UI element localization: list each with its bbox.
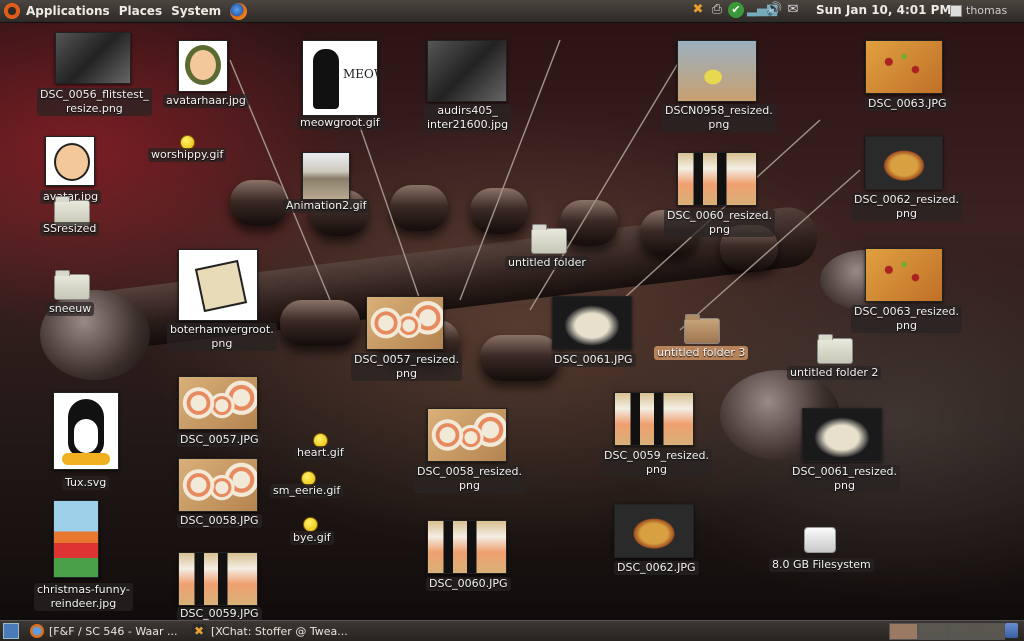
menu-applications[interactable]: Applications: [26, 4, 110, 18]
firefox-icon: [30, 624, 44, 638]
network-signal-icon[interactable]: ▂▄▆: [747, 2, 777, 18]
icon-label: worshippy.gif: [148, 148, 227, 162]
firefox-launcher-icon[interactable]: [230, 2, 248, 20]
mail-icon[interactable]: ✉: [785, 2, 801, 18]
menu-system[interactable]: System: [171, 4, 221, 18]
image-thumbnail-icon: [366, 296, 444, 350]
image-thumbnail-icon: [178, 376, 258, 430]
wallpaper-saddle: [470, 188, 528, 234]
icon-label: DSC_0061_resized. png: [789, 465, 900, 493]
icon-label: audirs405_ inter21600.jpg: [424, 104, 512, 132]
icon-label: DSC_0062.JPG: [614, 561, 699, 575]
bottom-panel: [F&F / SC 546 - Waar ... ✖ [XChat: Stoff…: [0, 620, 1024, 641]
xchat-icon: ✖: [192, 624, 206, 638]
workspace-3[interactable]: [947, 623, 976, 640]
icon-label: bye.gif: [290, 531, 334, 545]
menu-places[interactable]: Places: [119, 4, 162, 18]
icon-label: DSC_0059_resized. png: [601, 449, 712, 477]
icon-label: DSC_0058.JPG: [177, 514, 262, 528]
image-thumbnail-icon: [552, 296, 632, 350]
icon-label: DSC_0063_resized. png: [851, 305, 962, 333]
folder-icon: [54, 270, 90, 300]
wallpaper-saddle: [280, 300, 360, 346]
icon-label: DSC_0057_resized. png: [351, 353, 462, 381]
icon-label: untitled folder 2: [787, 366, 882, 380]
trash-icon[interactable]: [1005, 623, 1018, 638]
image-thumbnail-icon: [178, 249, 258, 321]
image-thumbnail-icon: [427, 408, 507, 462]
taskbar-window-xchat[interactable]: ✖ [XChat: Stoffer @ Twea...: [192, 622, 352, 640]
notification-area: ✖ ⎙ ✔ ▂▄▆ 🔊 ✉: [690, 2, 804, 18]
icon-label: DSC_0059.JPG: [177, 607, 262, 621]
icon-label: DSC_0061.JPG: [551, 353, 636, 367]
wallpaper-saddle: [480, 335, 560, 381]
icon-label: christmas-funny- reindeer.jpg: [34, 583, 133, 611]
workspace-1[interactable]: [889, 623, 918, 640]
icon-label: DSC_0057.JPG: [177, 433, 262, 447]
image-thumbnail-icon: [178, 40, 228, 92]
image-thumbnail-icon: [55, 32, 131, 84]
icon-label: SSresized: [40, 222, 100, 236]
task-label: [XChat: Stoffer @ Twea...: [211, 624, 348, 638]
folder-icon: [531, 224, 567, 254]
wallpaper-saddle: [560, 200, 618, 246]
task-label: [F&F / SC 546 - Waar ...: [49, 624, 178, 638]
icon-label: Animation2.gif: [283, 199, 370, 213]
user-switcher[interactable]: thomas: [950, 4, 1007, 17]
printer-icon[interactable]: ⎙: [709, 2, 725, 18]
icon-label: DSC_0060_resized. png: [664, 209, 775, 237]
icon-label: meowgroot.gif: [297, 116, 383, 130]
icon-label: sneeuw: [46, 302, 95, 316]
update-check-icon[interactable]: ✔: [728, 2, 744, 18]
image-thumbnail-icon: [302, 152, 350, 200]
volume-icon[interactable]: 🔊: [766, 2, 782, 18]
icon-label: DSC_0063.JPG: [865, 97, 950, 111]
image-thumbnail-icon: [614, 504, 694, 558]
icon-label: untitled folder: [505, 256, 589, 270]
image-thumbnail-icon: [865, 40, 943, 94]
image-thumbnail-icon: [53, 500, 99, 578]
workspace-2[interactable]: [918, 623, 947, 640]
image-thumbnail-icon: [677, 40, 757, 102]
image-thumbnail-icon: [865, 136, 943, 190]
image-thumbnail-icon: [178, 458, 258, 512]
wallpaper-saddle: [230, 180, 288, 226]
icon-label: DSC_0058_resized. png: [414, 465, 525, 493]
icon-label: DSC_0062_resized. png: [851, 193, 962, 221]
image-thumbnail-icon: MEOW: [302, 40, 386, 116]
icon-label: DSC_0060.JPG: [426, 577, 511, 591]
icon-label: heart.gif: [294, 446, 347, 460]
xchat-tray-icon[interactable]: ✖: [690, 2, 706, 18]
image-thumbnail-icon: [53, 392, 119, 470]
image-thumbnail-icon: [45, 136, 95, 186]
icon-label: avatarhaar.jpg: [163, 94, 249, 108]
icon-label: DSC_0056_flitstest_ resize.png: [37, 88, 152, 116]
image-thumbnail-icon: [614, 392, 694, 446]
user-status-icon: [950, 4, 962, 17]
icon-label: 8.0 GB Filesystem: [769, 558, 874, 572]
folder-icon: [817, 334, 853, 364]
top-panel: Applications Places System ✖ ⎙ ✔ ▂▄▆ 🔊 ✉…: [0, 0, 1024, 23]
wallpaper-saddle: [390, 185, 448, 231]
icon-label: Tux.svg: [62, 476, 110, 490]
taskbar-window-firefox[interactable]: [F&F / SC 546 - Waar ...: [30, 622, 180, 640]
icon-label: untitled folder 3: [654, 346, 749, 360]
workspace-4[interactable]: [976, 623, 1005, 640]
image-thumbnail-icon: [427, 40, 507, 102]
image-thumbnail-icon: [802, 408, 882, 462]
icon-label: boterhamvergroot. png: [167, 323, 277, 351]
image-thumbnail-icon: [178, 552, 258, 606]
image-thumbnail-icon: [865, 248, 943, 302]
image-thumbnail-icon: [427, 520, 507, 574]
drive-icon: [804, 527, 836, 553]
image-thumbnail-icon: [677, 152, 757, 206]
show-desktop-icon[interactable]: [3, 623, 19, 639]
icon-label: sm_eerie.gif: [270, 484, 344, 498]
icon-label: DSCN0958_resized. png: [662, 104, 776, 132]
smiley-icon: [303, 517, 318, 532]
clock[interactable]: Sun Jan 10, 4:01 PM: [816, 3, 951, 17]
ubuntu-logo-icon[interactable]: [4, 3, 20, 19]
user-name: thomas: [966, 4, 1008, 17]
folder-icon: [684, 314, 720, 344]
